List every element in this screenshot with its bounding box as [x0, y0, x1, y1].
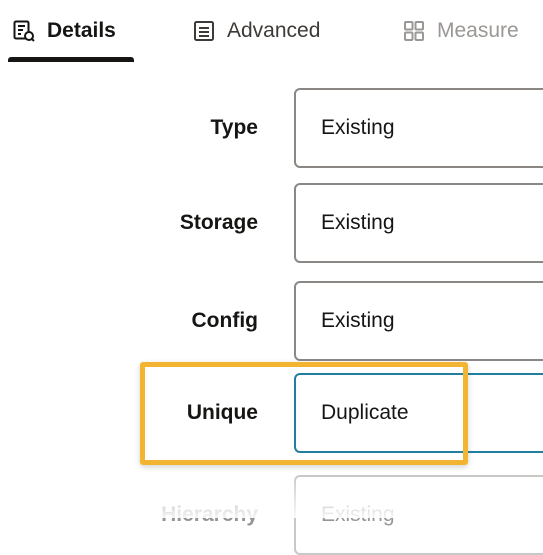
config-label: Config	[191, 309, 258, 332]
storage-label: Storage	[179, 211, 258, 234]
storage-value: Existing	[321, 211, 395, 234]
selected-tab-indicator	[8, 57, 134, 62]
unique-field[interactable]: Duplicate	[294, 373, 543, 453]
form-row-config: Config Existing	[0, 281, 543, 361]
grid-icon	[403, 20, 425, 42]
tab-bar: Details Advanced Measure	[0, 0, 543, 62]
list-icon	[193, 20, 215, 42]
storage-field[interactable]: Existing	[294, 183, 543, 263]
config-value: Existing	[321, 309, 395, 332]
details-form-icon	[13, 20, 35, 42]
hierarchy-label: Hierarchy	[161, 503, 258, 526]
tab-details-label: Details	[47, 19, 116, 42]
unique-label: Unique	[186, 401, 258, 424]
tab-advanced-label: Advanced	[227, 19, 321, 42]
form-row-type: Type Existing	[0, 88, 543, 168]
hierarchy-field[interactable]: Existing	[294, 475, 543, 555]
config-field[interactable]: Existing	[294, 281, 543, 361]
form-row-hierarchy: Hierarchy Existing	[0, 475, 543, 555]
tab-measure-label: Measure	[437, 19, 519, 42]
hierarchy-value: Existing	[321, 503, 395, 526]
type-field[interactable]: Existing	[294, 88, 543, 168]
form-row-storage: Storage Existing	[0, 183, 543, 263]
form-row-unique: Unique Duplicate	[0, 373, 543, 453]
tab-advanced[interactable]: Advanced	[193, 0, 320, 62]
unique-value: Duplicate	[321, 401, 409, 424]
type-value: Existing	[321, 116, 395, 139]
tab-measure[interactable]: Measure	[403, 0, 519, 62]
tab-details[interactable]: Details	[13, 0, 116, 62]
type-label: Type	[210, 116, 258, 139]
